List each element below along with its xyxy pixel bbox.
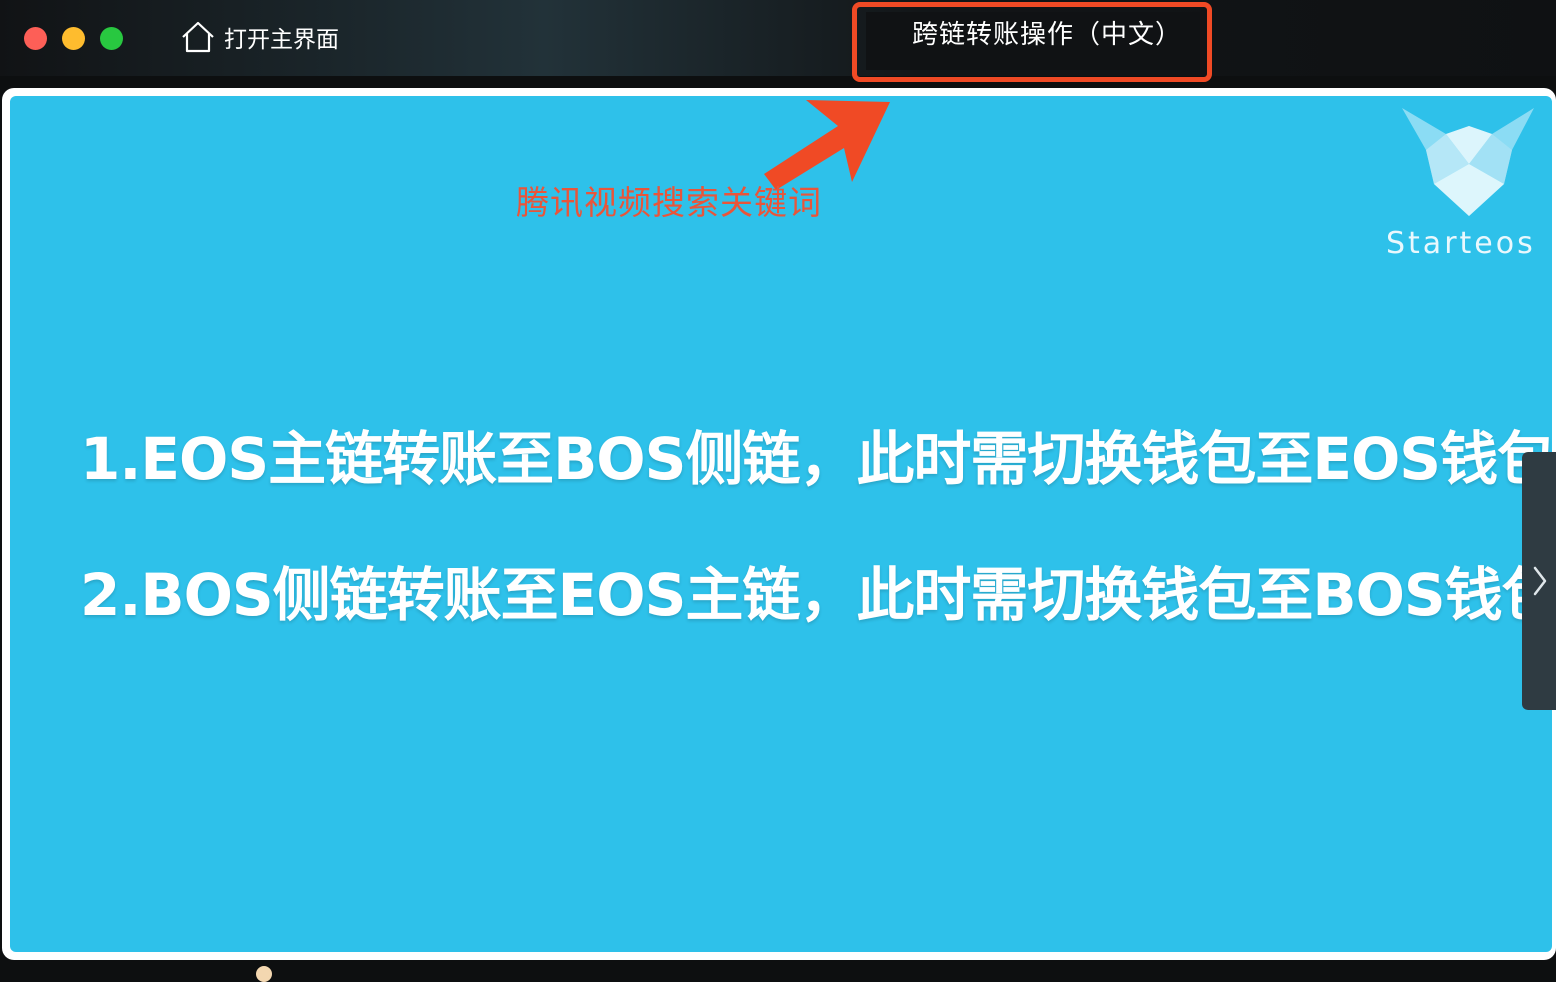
chevron-right-icon [1533, 566, 1547, 596]
annotation-text: 腾讯视频搜索关键词 [516, 183, 822, 222]
title-bar: 打开主界面 [0, 0, 1556, 76]
next-panel-tab[interactable] [1522, 452, 1556, 710]
open-main-interface-button[interactable]: 打开主界面 [180, 18, 339, 56]
video-content[interactable] [10, 96, 1552, 952]
close-window-button[interactable] [24, 27, 47, 50]
home-label: 打开主界面 [224, 27, 339, 53]
minimize-window-button[interactable] [62, 27, 85, 50]
video-title: 跨链转账操作（中文） [912, 20, 1183, 50]
bottom-bar [0, 960, 1556, 976]
instruction-line-2: 2.BOS侧链转账至EOS主链，此时需切换钱包至BOS钱包 [80, 561, 1556, 629]
avatar [256, 966, 272, 982]
home-icon [182, 21, 214, 53]
instruction-line-1: 1.EOS主链转账至BOS侧链，此时需切换钱包至EOS钱包 [80, 425, 1555, 493]
zoom-window-button[interactable] [100, 27, 123, 50]
logo-brand-text: Starteos [1386, 226, 1536, 261]
